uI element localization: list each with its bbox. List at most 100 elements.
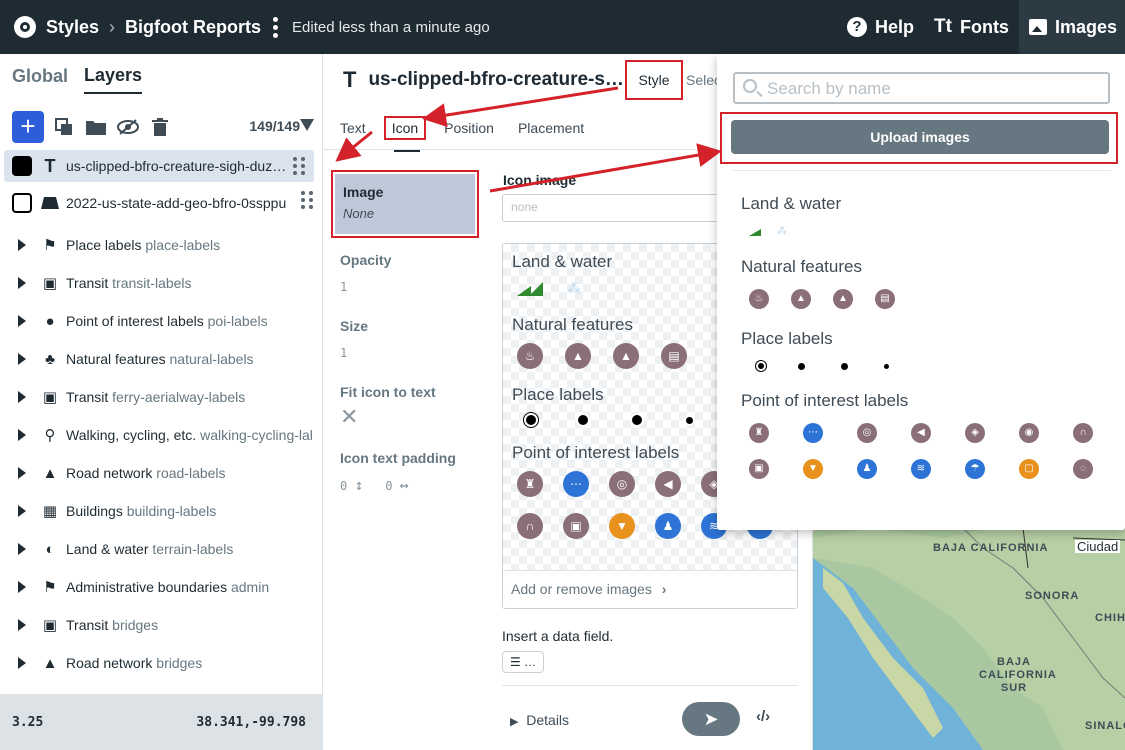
help-button[interactable]: ? Help — [837, 0, 924, 54]
wine-icon[interactable]: ♜ — [749, 423, 769, 443]
upload-images-button[interactable]: Upload images — [731, 120, 1109, 154]
hide-icon[interactable] — [116, 115, 140, 139]
bar-icon[interactable]: ▼ — [609, 513, 635, 539]
opacity-property[interactable]: Opacity 1 — [331, 238, 481, 304]
bank-icon[interactable]: ▣ — [563, 513, 589, 539]
land-icon[interactable] — [749, 228, 763, 236]
cafe-icon[interactable]: ▢ — [1019, 459, 1039, 479]
layer-group-row[interactable]: ▲ Road network road-labels — [0, 454, 322, 492]
pitch-icon[interactable]: ♟ — [655, 513, 681, 539]
layer-group-row[interactable]: ⚲ Walking, cycling, etc. walking-cycling-… — [0, 416, 322, 454]
folder-icon[interactable] — [84, 115, 108, 139]
details-toggle[interactable]: ▶ Details — [510, 712, 569, 728]
land-icon[interactable] — [517, 281, 545, 296]
capital-dot-icon[interactable] — [524, 413, 538, 427]
breadcrumb-style-name[interactable]: Bigfoot Reports — [125, 17, 261, 38]
image-property[interactable]: Image None — [331, 170, 479, 238]
layer-group-row[interactable]: ▦ Buildings building-labels — [0, 492, 322, 530]
village-dot-icon[interactable] — [884, 363, 889, 369]
layer-group-row[interactable]: ▲ Road network bridges — [0, 644, 322, 682]
select-mode-button[interactable]: ➤ — [682, 702, 740, 736]
tab-global[interactable]: Global — [12, 66, 68, 93]
caret-right-icon[interactable] — [18, 467, 26, 479]
layer-row[interactable]: 2022-us-state-add-geo-bfro-0ssppu — [4, 184, 322, 222]
subtab-position[interactable]: Position — [444, 120, 494, 136]
code-view-button[interactable]: ‹/› — [756, 708, 770, 725]
fonts-button[interactable]: Tt Fonts — [924, 0, 1019, 54]
town-dot-icon[interactable] — [841, 362, 848, 370]
map-canvas[interactable]: BAJA CALIFORNIA SONORA CHIHU BAJA CALIFO… — [813, 528, 1125, 750]
caret-right-icon[interactable] — [18, 315, 26, 327]
tab-layers[interactable]: Layers — [84, 65, 143, 94]
caret-right-icon[interactable] — [18, 353, 26, 365]
landmark-icon[interactable]: ◈ — [965, 423, 985, 443]
drag-handle-icon[interactable] — [301, 191, 314, 209]
icon-text-padding-property[interactable]: Icon text padding 0 ↕ 0 ↔ — [331, 436, 481, 502]
caret-right-icon[interactable] — [18, 429, 26, 441]
duplicate-icon[interactable] — [52, 115, 76, 139]
layer-group-row[interactable]: ▣ Transit transit-labels — [0, 264, 322, 302]
layer-group-row[interactable]: ▣ Transit ferry-aerialway-labels — [0, 378, 322, 416]
layer-row[interactable]: T us-clipped-bfro-creature-sigh-duz… — [4, 150, 314, 182]
breadcrumb-styles[interactable]: Styles — [46, 17, 99, 38]
mountain-icon[interactable]: ▲ — [791, 289, 811, 309]
monument-icon[interactable]: ◎ — [857, 423, 877, 443]
caret-right-icon[interactable] — [18, 619, 26, 631]
subtab-icon[interactable]: Icon — [383, 115, 427, 152]
caret-right-icon[interactable] — [18, 543, 26, 555]
layer-group-row[interactable]: ▣ Transit bridges — [0, 606, 322, 644]
restaurant-icon[interactable]: ⋯ — [803, 423, 823, 443]
waterfall-icon[interactable]: ▤ — [661, 343, 687, 369]
stadium-icon[interactable]: ∩ — [517, 513, 543, 539]
mapbox-logo-icon[interactable] — [14, 16, 36, 38]
layer-group-row[interactable]: ♣ Natural features natural-labels — [0, 340, 322, 378]
layer-group-row[interactable]: ◐ Land & water terrain-labels — [0, 530, 322, 568]
water-icon[interactable]: ⁂ — [567, 280, 581, 297]
add-remove-images-link[interactable]: Add or remove images › — [503, 570, 797, 608]
stadium-icon[interactable]: ∩ — [1073, 423, 1093, 443]
caret-right-icon[interactable] — [18, 277, 26, 289]
city-dot-icon[interactable] — [798, 362, 805, 370]
volcano-icon[interactable]: ▲ — [833, 289, 853, 309]
fit-icon-property[interactable]: Fit icon to text ✕ — [331, 370, 481, 436]
caret-right-icon[interactable] — [18, 391, 26, 403]
mountain-icon[interactable]: ▲ — [565, 343, 591, 369]
caret-right-icon[interactable] — [18, 505, 26, 517]
image-search-input[interactable]: Search by name — [733, 72, 1110, 104]
subtab-placement[interactable]: Placement — [518, 120, 584, 136]
layer-group-row[interactable]: ⚑ Place labels place-labels — [0, 226, 322, 264]
swimming-icon[interactable]: ≋ — [911, 459, 931, 479]
images-button[interactable]: Images — [1018, 0, 1125, 54]
layer-group-row[interactable]: ⚑ Administrative boundaries admin — [0, 568, 322, 606]
restaurant-icon[interactable]: ⋯ — [563, 471, 589, 497]
layer-group-row[interactable]: ● Point of interest labels poi-labels — [0, 302, 322, 340]
aquarium-icon[interactable]: ◀ — [911, 423, 931, 443]
caret-right-icon[interactable] — [18, 657, 26, 669]
city-dot-icon[interactable] — [578, 415, 588, 425]
size-property[interactable]: Size 1 — [331, 304, 481, 370]
filter-icon[interactable] — [300, 119, 314, 131]
waterfall-icon[interactable]: ▤ — [875, 289, 895, 309]
water-icon[interactable]: ⁂ — [777, 226, 787, 237]
insert-data-field-button[interactable]: ☰ … — [502, 651, 544, 673]
tab-select[interactable]: Selec — [686, 72, 721, 88]
style-menu-icon[interactable] — [273, 16, 279, 38]
subtab-text[interactable]: Text — [340, 120, 366, 136]
town-dot-icon[interactable] — [632, 415, 642, 425]
bar-icon[interactable]: ▼ — [803, 459, 823, 479]
drag-handle-icon[interactable] — [293, 157, 306, 175]
volcano-icon[interactable]: ▲ — [613, 343, 639, 369]
camera-icon[interactable]: ◉ — [1019, 423, 1039, 443]
capital-dot-icon[interactable] — [756, 361, 766, 371]
aquarium-icon[interactable]: ◀ — [655, 471, 681, 497]
bicycle-icon[interactable]: ◌ — [1073, 459, 1093, 479]
beach-icon[interactable]: ☂ — [965, 459, 985, 479]
caret-right-icon[interactable] — [18, 239, 26, 251]
pitch-icon[interactable]: ♟ — [857, 459, 877, 479]
village-dot-icon[interactable] — [686, 416, 693, 424]
trash-icon[interactable] — [148, 115, 172, 139]
monument-icon[interactable]: ◎ — [609, 471, 635, 497]
tab-style[interactable]: Style — [625, 60, 683, 100]
add-layer-button[interactable]: + — [12, 111, 44, 143]
wine-icon[interactable]: ♜ — [517, 471, 543, 497]
